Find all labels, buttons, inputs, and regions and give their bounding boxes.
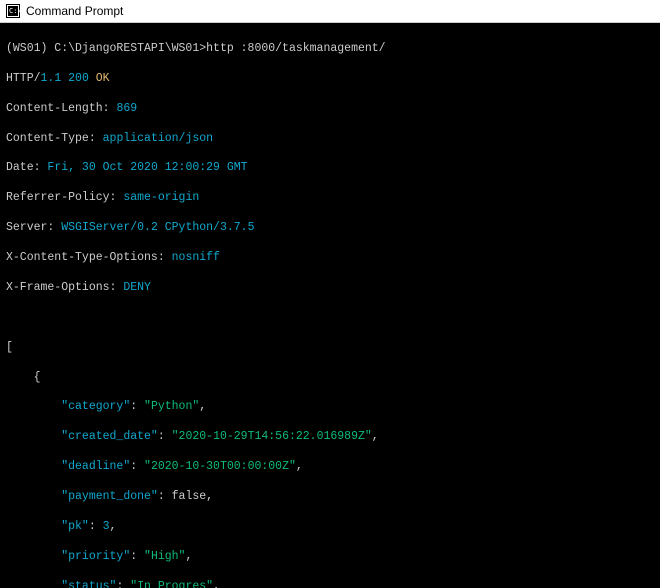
header-label: Date [6, 161, 34, 174]
header-label: Content-Length [6, 102, 103, 115]
header-date: Date: Fri, 30 Oct 2020 12:00:29 GMT [6, 161, 654, 176]
json-key: "category" [61, 400, 130, 413]
header-value: application/json [103, 132, 213, 145]
json-value: "High" [144, 550, 185, 563]
json-key: "deadline" [61, 460, 130, 473]
json-open-brace: { [6, 371, 654, 386]
header-x-content-type: X-Content-Type-Options: nosniff [6, 251, 654, 266]
http-version: 1.1 [41, 72, 62, 85]
json-value: false [172, 490, 207, 503]
command-text: http :8000/taskmanagement/ [206, 42, 385, 55]
json-field-category: "category": "Python", [6, 400, 654, 415]
status-code: 200 [68, 72, 89, 85]
window-titlebar[interactable]: C:\ Command Prompt [0, 0, 660, 23]
header-value: nosniff [172, 251, 220, 264]
http-label: HTTP/ [6, 72, 41, 85]
header-content-length: Content-Length: 869 [6, 102, 654, 117]
json-field-pk: "pk": 3, [6, 520, 654, 535]
json-value: 3 [103, 520, 110, 533]
json-value: "2020-10-30T00:00:00Z" [144, 460, 296, 473]
header-x-frame: X-Frame-Options: DENY [6, 281, 654, 296]
header-label: Server [6, 221, 47, 234]
header-value: Fri, 30 Oct 2020 12:00:29 GMT [47, 161, 247, 174]
json-field-status: "status": "In Progres", [6, 580, 654, 588]
json-key: "status" [61, 580, 116, 588]
blank-line [6, 311, 654, 326]
json-value: "2020-10-29T14:56:22.016989Z" [172, 430, 372, 443]
svg-text:C:\: C:\ [9, 7, 20, 15]
json-value: "Python" [144, 400, 199, 413]
prompt-line: (WS01) C:\DjangoRESTAPI\WS01>http :8000/… [6, 42, 654, 57]
json-field-created-date: "created_date": "2020-10-29T14:56:22.016… [6, 430, 654, 445]
json-key: "pk" [61, 520, 89, 533]
header-content-type: Content-Type: application/json [6, 132, 654, 147]
json-open-bracket: [ [6, 341, 654, 356]
json-key: "payment_done" [61, 490, 158, 503]
json-key: "created_date" [61, 430, 158, 443]
json-field-priority: "priority": "High", [6, 550, 654, 565]
terminal-output[interactable]: (WS01) C:\DjangoRESTAPI\WS01>http :8000/… [0, 23, 660, 588]
status-text: OK [96, 72, 110, 85]
header-server: Server: WSGIServer/0.2 CPython/3.7.5 [6, 221, 654, 236]
json-key: "priority" [61, 550, 130, 563]
header-label: X-Content-Type-Options [6, 251, 158, 264]
header-value: same-origin [123, 191, 199, 204]
header-referrer-policy: Referrer-Policy: same-origin [6, 191, 654, 206]
header-label: Referrer-Policy [6, 191, 110, 204]
cmd-icon: C:\ [6, 4, 20, 18]
prompt-text: (WS01) C:\DjangoRESTAPI\WS01> [6, 42, 206, 55]
status-line: HTTP/1.1 200 OK [6, 72, 654, 87]
header-value: 869 [116, 102, 137, 115]
header-label: Content-Type [6, 132, 89, 145]
header-label: X-Frame-Options [6, 281, 110, 294]
json-field-deadline: "deadline": "2020-10-30T00:00:00Z", [6, 460, 654, 475]
json-value: "In Progres" [130, 580, 213, 588]
header-value: WSGIServer/0.2 CPython/3.7.5 [61, 221, 254, 234]
header-value: DENY [123, 281, 151, 294]
window-title: Command Prompt [26, 4, 123, 18]
json-field-payment-done: "payment_done": false, [6, 490, 654, 505]
